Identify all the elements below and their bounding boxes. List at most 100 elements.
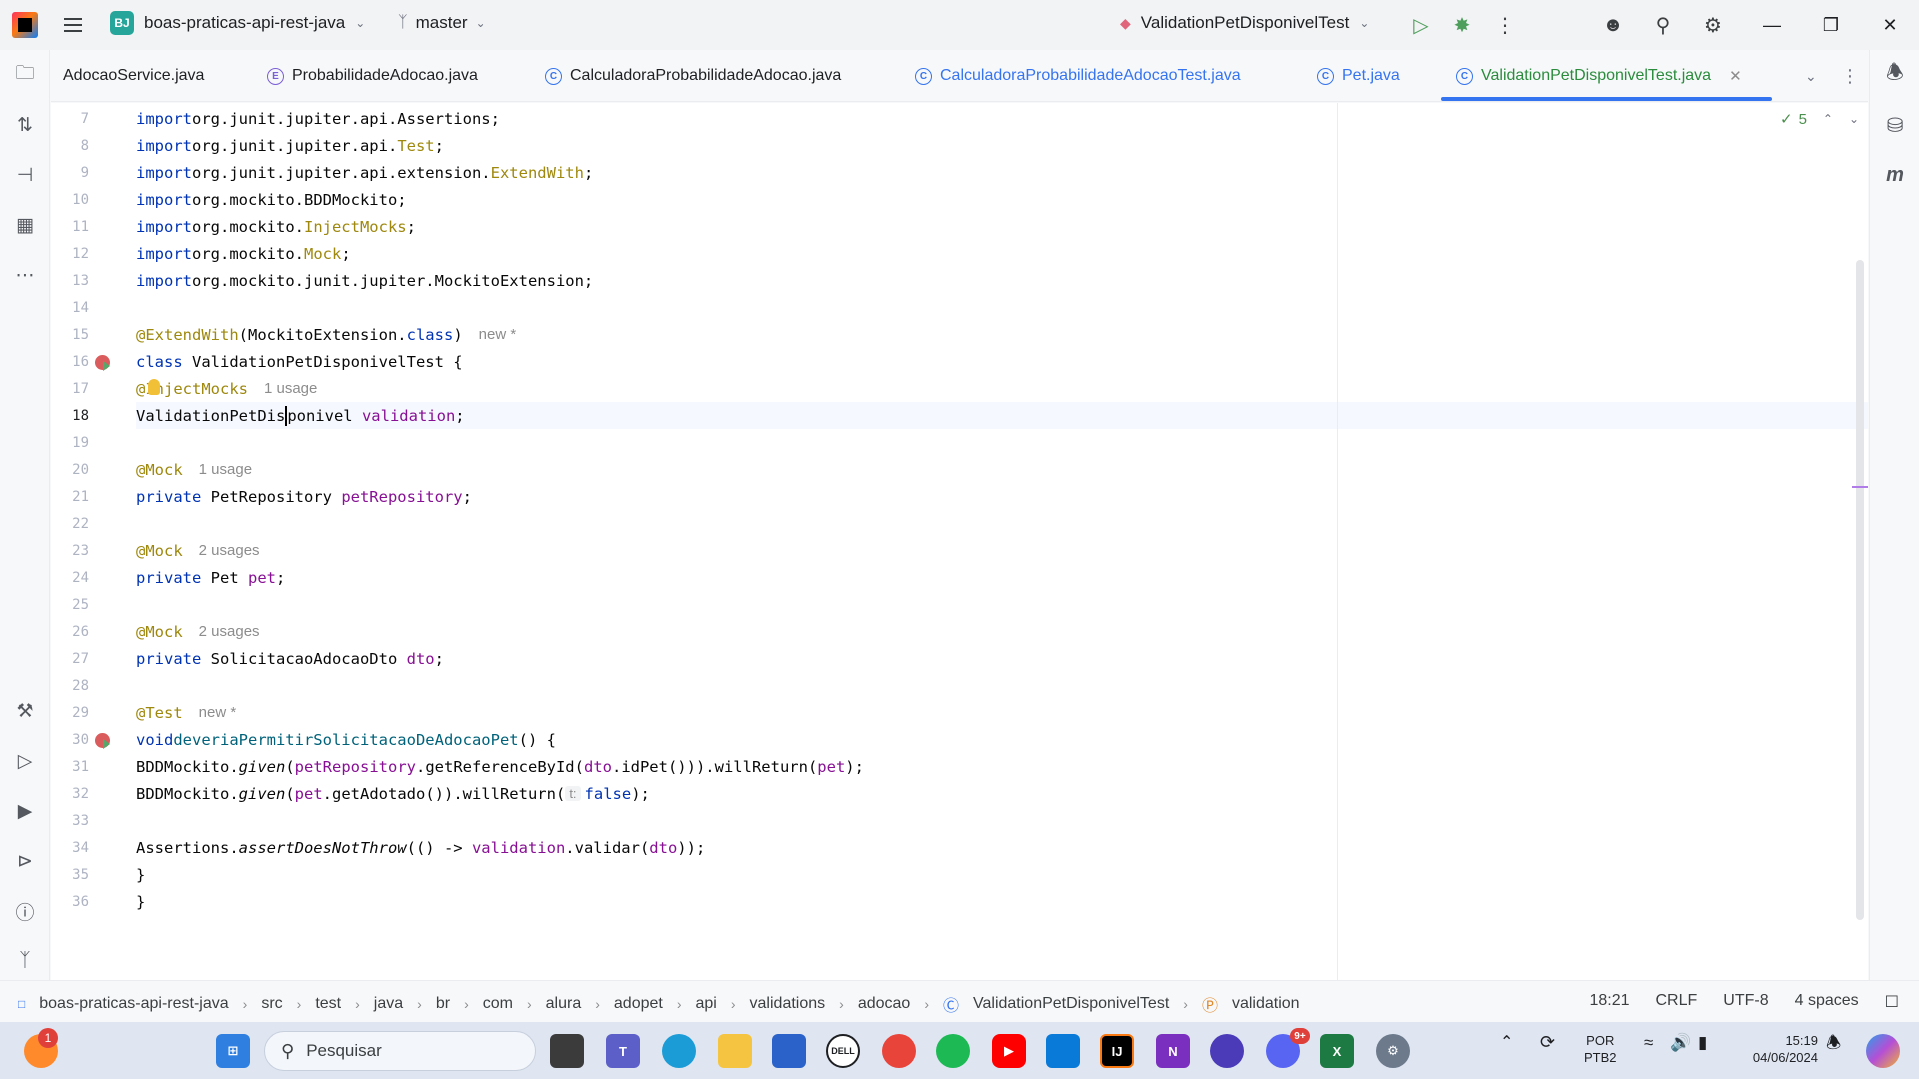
usage-hint[interactable]: 1 usage bbox=[199, 461, 252, 478]
structure-icon[interactable]: ▦ bbox=[12, 212, 38, 238]
restore-icon[interactable]: ❐ bbox=[1818, 12, 1844, 38]
tab-list-chevron-icon[interactable]: ⌄ bbox=[1805, 50, 1817, 102]
edge-icon[interactable] bbox=[662, 1034, 696, 1068]
lightbulb-icon[interactable] bbox=[148, 379, 160, 395]
author-hint[interactable]: new * bbox=[479, 326, 517, 343]
sync-icon[interactable]: ⟳ bbox=[1540, 1033, 1555, 1051]
excel-icon[interactable]: X bbox=[1320, 1034, 1354, 1068]
tab-pet[interactable]: C Pet.java bbox=[1317, 50, 1400, 102]
intellij-taskbar-icon[interactable]: IJ bbox=[1100, 1034, 1134, 1068]
usage-hint[interactable]: 1 usage bbox=[264, 380, 317, 397]
pull-requests-icon[interactable]: ⇅ bbox=[12, 112, 38, 138]
run-test-class-gutter-icon[interactable] bbox=[95, 355, 110, 371]
tab-probabilidadeadocao[interactable]: E ProbabilidadeAdocao.java bbox=[267, 50, 478, 102]
chrome-icon[interactable] bbox=[882, 1034, 916, 1068]
breadcrumb-item[interactable]: boas-praticas-api-rest-java bbox=[39, 995, 228, 1013]
tab-calculadoraprobabilidadeadocaotest[interactable]: C CalculadoraProbabilidadeAdocaoTest.jav… bbox=[915, 50, 1241, 102]
breadcrumb-item[interactable]: br bbox=[436, 995, 450, 1013]
run-configuration-selector[interactable]: ◆ ValidationPetDisponivelTest ⌄ bbox=[1120, 13, 1369, 33]
chevron-up-icon[interactable]: ⌃ bbox=[1500, 1034, 1513, 1051]
task-view-icon[interactable] bbox=[550, 1034, 584, 1068]
breadcrumb-item[interactable]: ValidationPetDisponivelTest bbox=[973, 995, 1169, 1013]
breadcrumb-item[interactable]: adopet bbox=[614, 995, 663, 1013]
settings-gear-icon[interactable]: ⚙ bbox=[1700, 12, 1726, 38]
terminal-icon[interactable]: ⊳ bbox=[12, 848, 38, 874]
onenote-icon[interactable]: N bbox=[1156, 1034, 1190, 1068]
tab-options-icon[interactable]: ⋮ bbox=[1841, 50, 1859, 102]
code-token: org.mockito.BDDMockito; bbox=[192, 190, 407, 209]
run-tool-icon[interactable]: ▷ bbox=[12, 748, 38, 774]
project-selector[interactable]: BJ boas-praticas-api-rest-java ⌄ bbox=[110, 11, 365, 35]
code-line: 27 private SolicitacaoAdocaoDto dto; bbox=[72, 645, 1868, 672]
chevron-up-icon[interactable]: ⌃ bbox=[1823, 112, 1833, 126]
tab-calculadoraprobabilidadeadocao[interactable]: C CalculadoraProbabilidadeAdocao.java bbox=[545, 50, 841, 102]
services-icon[interactable]: ▶ bbox=[12, 798, 38, 824]
code-editor[interactable]: 7 import org.junit.jupiter.api.Assertions… bbox=[51, 103, 1868, 980]
more-actions-icon[interactable]: ⋮ bbox=[1492, 12, 1518, 38]
minimize-icon[interactable]: — bbox=[1759, 12, 1785, 38]
maven-icon[interactable]: m bbox=[1882, 162, 1908, 188]
git-icon[interactable]: ᛉ bbox=[12, 948, 38, 974]
breadcrumb-item[interactable]: alura bbox=[546, 995, 582, 1013]
code-line: 10 import org.mockito.BDDMockito; bbox=[72, 186, 1868, 213]
breadcrumb-item[interactable]: adocao bbox=[858, 995, 911, 1013]
clock[interactable]: 15:19 04/06/2024 bbox=[1738, 1032, 1818, 1066]
search-icon[interactable]: ⚲ bbox=[1650, 12, 1676, 38]
copilot-icon[interactable] bbox=[1866, 1034, 1900, 1068]
close-icon[interactable]: ✕ bbox=[1877, 12, 1903, 38]
author-hint[interactable]: new * bbox=[199, 704, 237, 721]
lock-icon[interactable]: ☐ bbox=[1885, 992, 1899, 1012]
notification-icon[interactable]: 🕭 bbox=[1826, 1034, 1841, 1051]
debug-icon[interactable]: ✸ bbox=[1449, 12, 1475, 38]
tab-adocaoservice[interactable]: AdocaoService.java bbox=[63, 50, 204, 102]
volume-icon[interactable]: 🔊 bbox=[1670, 1034, 1691, 1051]
breadcrumb-item[interactable]: validations bbox=[750, 995, 826, 1013]
file-explorer-icon[interactable] bbox=[718, 1034, 752, 1068]
teams-icon[interactable]: T bbox=[606, 1034, 640, 1068]
app-icon[interactable] bbox=[1210, 1034, 1244, 1068]
project-folder-icon[interactable]: 🗀 bbox=[12, 62, 38, 88]
add-user-icon[interactable]: ☻ bbox=[1600, 12, 1626, 38]
tab-validationpetdisponiveltest[interactable]: C ValidationPetDisponivelTest.java ✕ bbox=[1456, 50, 1742, 102]
vscode-icon[interactable] bbox=[1046, 1034, 1080, 1068]
problems-icon[interactable]: ⓘ bbox=[12, 898, 38, 924]
inspection-widget[interactable]: ✓ 5 ⌃ ⌄ bbox=[1780, 110, 1859, 129]
settings-gear-icon[interactable]: ⚙ bbox=[1376, 1034, 1410, 1068]
run-icon[interactable]: ▷ bbox=[1408, 12, 1434, 38]
database-icon[interactable]: ⛁ bbox=[1882, 112, 1908, 138]
editor-scrollbar[interactable] bbox=[1856, 260, 1864, 920]
encoding-selector[interactable]: UTF-8 bbox=[1723, 992, 1768, 1012]
youtube-icon[interactable]: ▶ bbox=[992, 1034, 1026, 1068]
close-tab-icon[interactable]: ✕ bbox=[1729, 67, 1742, 85]
usage-hint[interactable]: 2 usages bbox=[199, 542, 260, 559]
main-menu-icon[interactable] bbox=[60, 13, 86, 37]
code-line: 22 bbox=[72, 510, 1868, 537]
battery-icon[interactable]: ▮ bbox=[1698, 1034, 1707, 1051]
dell-icon[interactable]: DELL bbox=[826, 1034, 860, 1068]
breadcrumb-item[interactable]: src bbox=[261, 995, 282, 1013]
branch-selector[interactable]: ᛉ master ⌄ bbox=[398, 13, 486, 33]
microsoft-store-icon[interactable] bbox=[772, 1034, 806, 1068]
breadcrumb-item[interactable]: test bbox=[315, 995, 341, 1013]
spotify-icon[interactable] bbox=[936, 1034, 970, 1068]
wifi-icon[interactable]: ≈ bbox=[1644, 1034, 1653, 1051]
windows-start-icon[interactable]: ⊞ bbox=[216, 1034, 250, 1068]
line-ending-selector[interactable]: CRLF bbox=[1656, 992, 1698, 1012]
breadcrumb-item[interactable]: api bbox=[696, 995, 717, 1013]
intellij-logo-icon[interactable] bbox=[12, 12, 38, 38]
indent-selector[interactable]: 4 spaces bbox=[1795, 992, 1859, 1012]
breadcrumb-item[interactable]: com bbox=[483, 995, 513, 1013]
commit-icon[interactable]: ⊣ bbox=[12, 162, 38, 188]
build-hammer-icon[interactable]: ⚒ bbox=[12, 698, 38, 724]
taskbar-search-input[interactable]: ⚲ Pesquisar bbox=[264, 1031, 536, 1071]
code-line: 36} bbox=[72, 888, 1868, 915]
usage-hint[interactable]: 2 usages bbox=[199, 623, 260, 640]
language-indicator[interactable]: POR PTB2 bbox=[1584, 1032, 1617, 1066]
more-tools-icon[interactable]: ⋯ bbox=[12, 262, 38, 288]
caret-position[interactable]: 18:21 bbox=[1589, 992, 1629, 1012]
chevron-down-icon[interactable]: ⌄ bbox=[1849, 112, 1859, 126]
breadcrumb-item[interactable]: validation bbox=[1232, 995, 1300, 1013]
run-test-method-gutter-icon[interactable] bbox=[95, 733, 110, 749]
notifications-bell-icon[interactable]: 🕭 bbox=[1882, 62, 1908, 88]
breadcrumb-item[interactable]: java bbox=[374, 995, 403, 1013]
